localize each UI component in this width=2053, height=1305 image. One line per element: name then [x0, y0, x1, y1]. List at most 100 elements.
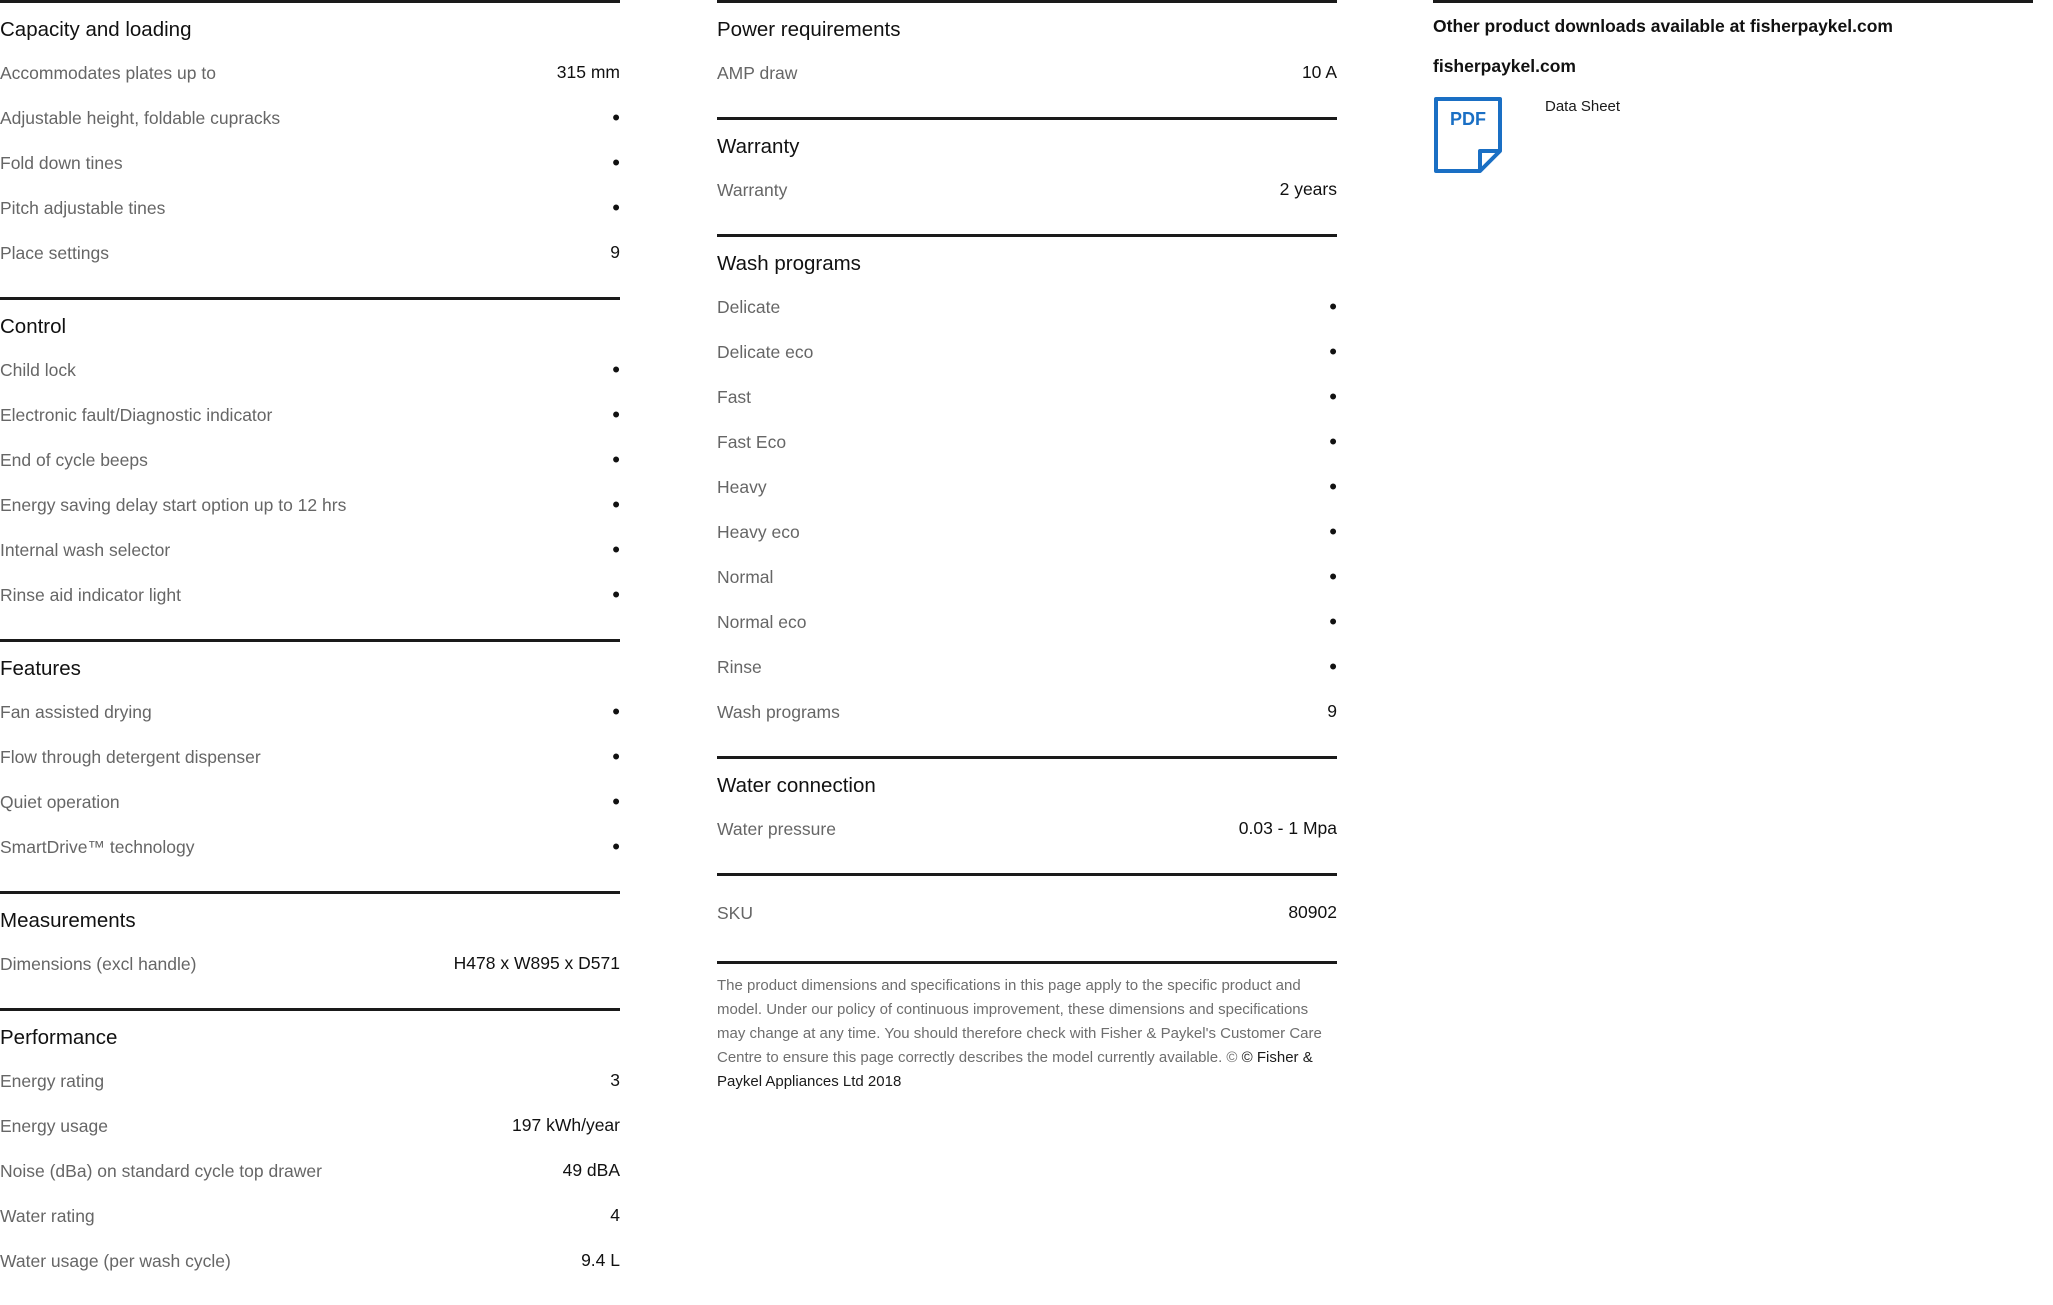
spec-label: AMP draw — [717, 62, 798, 83]
spec-label: Delicate — [717, 296, 781, 317]
spec-row: Electronic fault/Diagnostic indicator • — [0, 392, 620, 437]
spec-row: Energy rating 3 — [0, 1058, 620, 1103]
spec-value: 2 years — [1279, 179, 1337, 199]
spec-label: Water usage (per wash cycle) — [0, 1250, 231, 1271]
section-title: Water connection — [717, 774, 876, 797]
spec-row: Flow through detergent dispenser • — [0, 734, 620, 779]
feature-bullet: • — [1329, 653, 1337, 679]
spec-row: Delicate eco • — [717, 329, 1337, 374]
data-sheet-download[interactable]: PDF Data Sheet — [1433, 96, 2033, 174]
spec-row: Energy saving delay start option up to 1… — [0, 482, 620, 527]
spec-label: Energy usage — [0, 1115, 108, 1136]
spec-row: Quiet operation • — [0, 779, 620, 824]
spec-row: Heavy eco • — [717, 509, 1337, 554]
spec-section-features: Features Fan assisted drying • Flow through… — [0, 639, 620, 891]
specs-column-left: Capacity and loading Accommodates plates … — [0, 0, 620, 1305]
feature-bullet: • — [612, 536, 620, 562]
pdf-icon-text: PDF — [1450, 109, 1486, 129]
spec-label: Energy saving delay start option up to 1… — [0, 494, 347, 515]
spec-row: Pitch adjustable tines • — [0, 185, 620, 230]
spec-value: 3 — [610, 1070, 620, 1090]
spec-label: SKU — [717, 902, 753, 923]
feature-bullet: • — [612, 104, 620, 130]
spec-row: Noise (dBa) on standard cycle top drawer… — [0, 1148, 620, 1193]
spec-row: Fast • — [717, 374, 1337, 419]
spec-row: Water rating 4 — [0, 1193, 620, 1238]
data-sheet-label[interactable]: Data Sheet — [1545, 98, 1620, 115]
spec-value: 49 dBA — [562, 1160, 620, 1180]
spec-label: Electronic fault/Diagnostic indicator — [0, 404, 273, 425]
spec-value: H478 x W895 x D571 — [453, 953, 620, 973]
divider — [1433, 0, 2033, 3]
spec-row: Child lock • — [0, 347, 620, 392]
spec-value: 9.4 L — [581, 1250, 620, 1270]
feature-bullet: • — [612, 149, 620, 175]
spec-row: Water pressure 0.03 - 1 Mpa — [717, 806, 1337, 851]
spec-label: Heavy — [717, 476, 767, 497]
spec-row: Normal • — [717, 554, 1337, 599]
spec-row: Wash programs 9 — [717, 689, 1337, 734]
spec-label: Rinse — [717, 656, 762, 677]
spec-label: Rinse aid indicator light — [0, 584, 181, 605]
spec-value: 4 — [610, 1205, 620, 1225]
spec-label: Internal wash selector — [0, 539, 171, 560]
spec-row: Heavy • — [717, 464, 1337, 509]
spec-section-power-requirements: Power requirements AMP draw 10 A — [717, 0, 1337, 117]
spec-row: Delicate • — [717, 284, 1337, 329]
spec-row: Rinse • — [717, 644, 1337, 689]
spec-row: End of cycle beeps • — [0, 437, 620, 482]
spec-label: Child lock — [0, 359, 76, 380]
spec-label: Warranty — [717, 179, 788, 200]
section-title: Features — [0, 657, 81, 680]
spec-row: Place settings 9 — [0, 230, 620, 275]
feature-bullet: • — [1329, 293, 1337, 319]
feature-bullet: • — [612, 581, 620, 607]
spec-row: AMP draw 10 A — [717, 50, 1337, 95]
feature-bullet: • — [612, 446, 620, 472]
disclaimer-text: The product dimensions and specification… — [717, 977, 1322, 1066]
pdf-icon[interactable]: PDF — [1433, 96, 1503, 174]
spec-value: 315 mm — [556, 62, 620, 82]
spec-row: Fast Eco • — [717, 419, 1337, 464]
spec-row: Adjustable height, foldable cupracks • — [0, 95, 620, 140]
specs-column-middle: Power requirements AMP draw 10 A Warranty Wa… — [717, 0, 1337, 1094]
spec-label: Water rating — [0, 1205, 95, 1226]
spec-value: 10 A — [1301, 62, 1337, 82]
spec-section-warranty: Warranty Warranty 2 years — [717, 117, 1337, 234]
feature-bullet: • — [612, 194, 620, 220]
spec-section-measurements: Measurements Dimensions (excl handle) H478… — [0, 891, 620, 1008]
downloads-title: Other product downloads available at fis… — [1433, 16, 1893, 36]
spec-label: Adjustable height, foldable cupracks — [0, 107, 281, 128]
spec-row: Warranty 2 years — [717, 167, 1337, 212]
spec-label: Delicate eco — [717, 341, 814, 362]
spec-label: Fold down tines — [0, 152, 123, 173]
section-title: Warranty — [717, 135, 800, 158]
fisherpaykel-link[interactable]: fisherpaykel.com — [1433, 54, 2033, 78]
disclaimer: The product dimensions and specification… — [717, 961, 1337, 1094]
spec-label: Quiet operation — [0, 791, 120, 812]
feature-bullet: • — [1329, 563, 1337, 589]
spec-value: 0.03 - 1 Mpa — [1238, 818, 1337, 838]
spec-label: Energy rating — [0, 1070, 105, 1091]
spec-section-control: Control Child lock • Electronic fault/Diagn… — [0, 297, 620, 639]
spec-label: Normal eco — [717, 611, 807, 632]
feature-bullet: • — [1329, 608, 1337, 634]
spec-label: End of cycle beeps — [0, 449, 148, 470]
spec-row: Fold down tines • — [0, 140, 620, 185]
spec-label: SmartDrive™ technology — [0, 836, 195, 857]
spec-row: Accommodates plates up to 315 mm — [0, 50, 620, 95]
spec-row: Fan assisted drying • — [0, 689, 620, 734]
section-title: Wash programs — [717, 252, 861, 275]
section-title: Control — [0, 315, 67, 338]
spec-row: Water usage (per wash cycle) 9.4 L — [0, 1238, 620, 1283]
spec-section-performance: Performance Energy rating 3 Energy usage 197… — [0, 1008, 620, 1305]
spec-section-wash-programs: Wash programs Delicate • Delicate eco • Fast •… — [717, 234, 1337, 756]
section-title: Measurements — [0, 909, 136, 932]
spec-row: Energy usage 197 kWh/year — [0, 1103, 620, 1148]
feature-bullet: • — [612, 356, 620, 382]
feature-bullet: • — [1329, 428, 1337, 454]
spec-row: Dimensions (excl handle) H478 x W895 x D5… — [0, 941, 620, 986]
feature-bullet: • — [612, 401, 620, 427]
spec-value: 9 — [610, 242, 620, 262]
feature-bullet: • — [612, 743, 620, 769]
